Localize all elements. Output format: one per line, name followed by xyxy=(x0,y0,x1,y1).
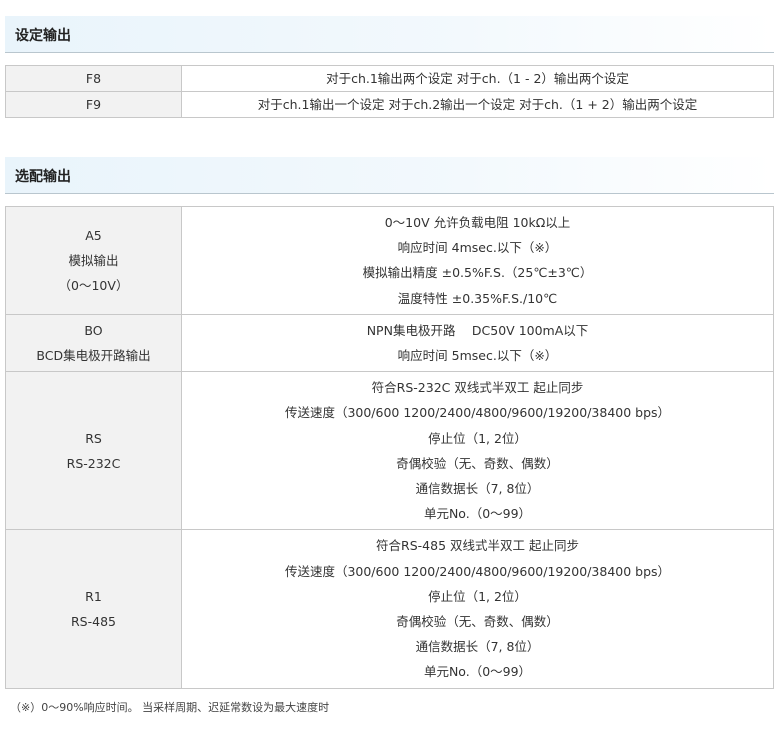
spec-key-line: F9 xyxy=(85,97,102,113)
spec-key-line: BO xyxy=(84,322,103,338)
spec-value-line: 停止位（1, 2位） xyxy=(428,588,527,604)
footnote: （※）0～90%响应时间。 当采样周期、迟延常数设为最大速度时 xyxy=(10,701,330,714)
spec-value-line: 响应时间 5msec.以下（※） xyxy=(397,348,558,364)
spec-value-cell: 0～10V 允许负载电阻 10kΩ以上 响应时间 4msec.以下（※） 模拟输出精… xyxy=(181,206,774,315)
optional-output-header: 选配输出 xyxy=(5,157,774,194)
spec-key-cell: A5 模拟输出 （0～10V） xyxy=(5,206,182,315)
spec-value-line: 温度特性 ±0.35%F.S./10℃ xyxy=(397,290,558,306)
table-row: F9 对于ch.1输出一个设定 对于ch.2输出一个设定 对于ch.（1 + 2）… xyxy=(5,91,774,119)
spec-key-line: 模拟输出 xyxy=(68,252,119,268)
spec-key-line: A5 xyxy=(85,227,102,243)
spec-key-line: R1 xyxy=(85,588,102,604)
spec-key-cell: R1 RS-485 xyxy=(5,529,182,689)
spec-key-cell: F9 xyxy=(5,91,182,119)
spec-value-cell: 符合RS-232C 双线式半双工 起止同步传送速度（300/600 1200/2… xyxy=(181,371,774,531)
spec-value-line: 奇偶校验（无、奇数、偶数） xyxy=(396,614,559,630)
spec-value-line: 符合RS-232C 双线式半双工 起止同步 xyxy=(371,380,584,396)
spec-value-line: 对于ch.1输出两个设定 对于ch.（1 - 2）输出两个设定 xyxy=(326,71,629,86)
spec-value-line: 模拟输出精度 ±0.5%F.S.（25℃±3℃） xyxy=(362,265,593,281)
spec-key-cell: RS RS-232C xyxy=(5,371,182,531)
spec-key-line: F8 xyxy=(85,71,102,86)
optional-output-title: 选配输出 xyxy=(15,169,71,185)
optional-output-table-body: A5 模拟输出 （0～10V） 0～10V 允许负载电阻 10kΩ以上 响应时间 4ms… xyxy=(5,206,774,689)
spec-key-line: RS xyxy=(85,430,102,446)
spec-value-line: 响应时间 4msec.以下（※） xyxy=(397,240,558,256)
spec-value-line: NPN集电极开路 DC50V 100mA以下 xyxy=(366,322,589,338)
spec-key-line: RS-485 xyxy=(71,614,116,630)
spec-value-line: 奇偶校验（无、奇数、偶数） xyxy=(396,455,559,471)
optional-output-table: A5 模拟输出 （0～10V） 0～10V 允许负载电阻 10kΩ以上 响应时间 4ms… xyxy=(5,206,774,689)
spec-key-line: （0～10V） xyxy=(58,278,129,293)
spec-value-line: 对于ch.1输出一个设定 对于ch.2输出一个设定 对于ch.（1 + 2）输出… xyxy=(257,97,698,113)
spec-key-line: RS-232C xyxy=(66,455,121,471)
table-row: R1 RS-485 符合RS-485 双线式半双工 起止同步传送速度（300/600… xyxy=(5,529,774,689)
spec-value-line: 0～10V 允许负载电阻 10kΩ以上 xyxy=(384,215,571,230)
spec-value-cell: 对于ch.1输出一个设定 对于ch.2输出一个设定 对于ch.（1 + 2）输出… xyxy=(181,91,774,119)
table-row: F8 对于ch.1输出两个设定 对于ch.（1 - 2）输出两个设定 xyxy=(5,64,774,93)
settings-output-title: 设定输出 xyxy=(15,28,71,44)
spec-value-line: 停止位（1, 2位） xyxy=(428,430,527,446)
spec-value-line: 符合RS-485 双线式半双工 起止同步 xyxy=(376,538,579,554)
spec-value-cell: 符合RS-485 双线式半双工 起止同步传送速度（300/600 1200/24… xyxy=(181,529,774,689)
table-row: A5 模拟输出 （0～10V） 0～10V 允许负载电阻 10kΩ以上 响应时间 4ms… xyxy=(5,206,774,315)
spec-value-line: 传送速度（300/600 1200/2400/4800/9600/19200/3… xyxy=(284,405,671,421)
spec-key-cell: F8 xyxy=(5,64,182,93)
spec-key-cell: BO BCD集电极开路输出 xyxy=(5,313,182,373)
settings-output-table: F8 对于ch.1输出两个设定 对于ch.（1 - 2）输出两个设定 F9 对于ch.… xyxy=(5,64,774,119)
settings-output-header: 设定输出 xyxy=(5,16,774,53)
spec-key-line: BCD集电极开路输出 xyxy=(36,348,151,364)
settings-output-table-body: F8 对于ch.1输出两个设定 对于ch.（1 - 2）输出两个设定 F9 对于ch.… xyxy=(5,64,774,119)
spec-value-line: 单元No.（0～99） xyxy=(423,664,532,680)
spec-value-line: 传送速度（300/600 1200/2400/4800/9600/19200/3… xyxy=(284,563,671,579)
table-row: BO BCD集电极开路输出 NPN集电极开路 DC50V 100mA以下 响应时间 5… xyxy=(5,313,774,373)
spec-value-cell: NPN集电极开路 DC50V 100mA以下 响应时间 5msec.以下（※） xyxy=(181,313,774,373)
table-row: RS RS-232C 符合RS-232C 双线式半双工 起止同步传送速度（300/6… xyxy=(5,371,774,531)
spec-value-line: 通信数据长（7, 8位） xyxy=(415,481,540,497)
spec-value-cell: 对于ch.1输出两个设定 对于ch.（1 - 2）输出两个设定 xyxy=(181,64,774,93)
spec-value-line: 单元No.（0～99） xyxy=(423,506,532,522)
spec-value-line: 通信数据长（7, 8位） xyxy=(415,639,540,655)
